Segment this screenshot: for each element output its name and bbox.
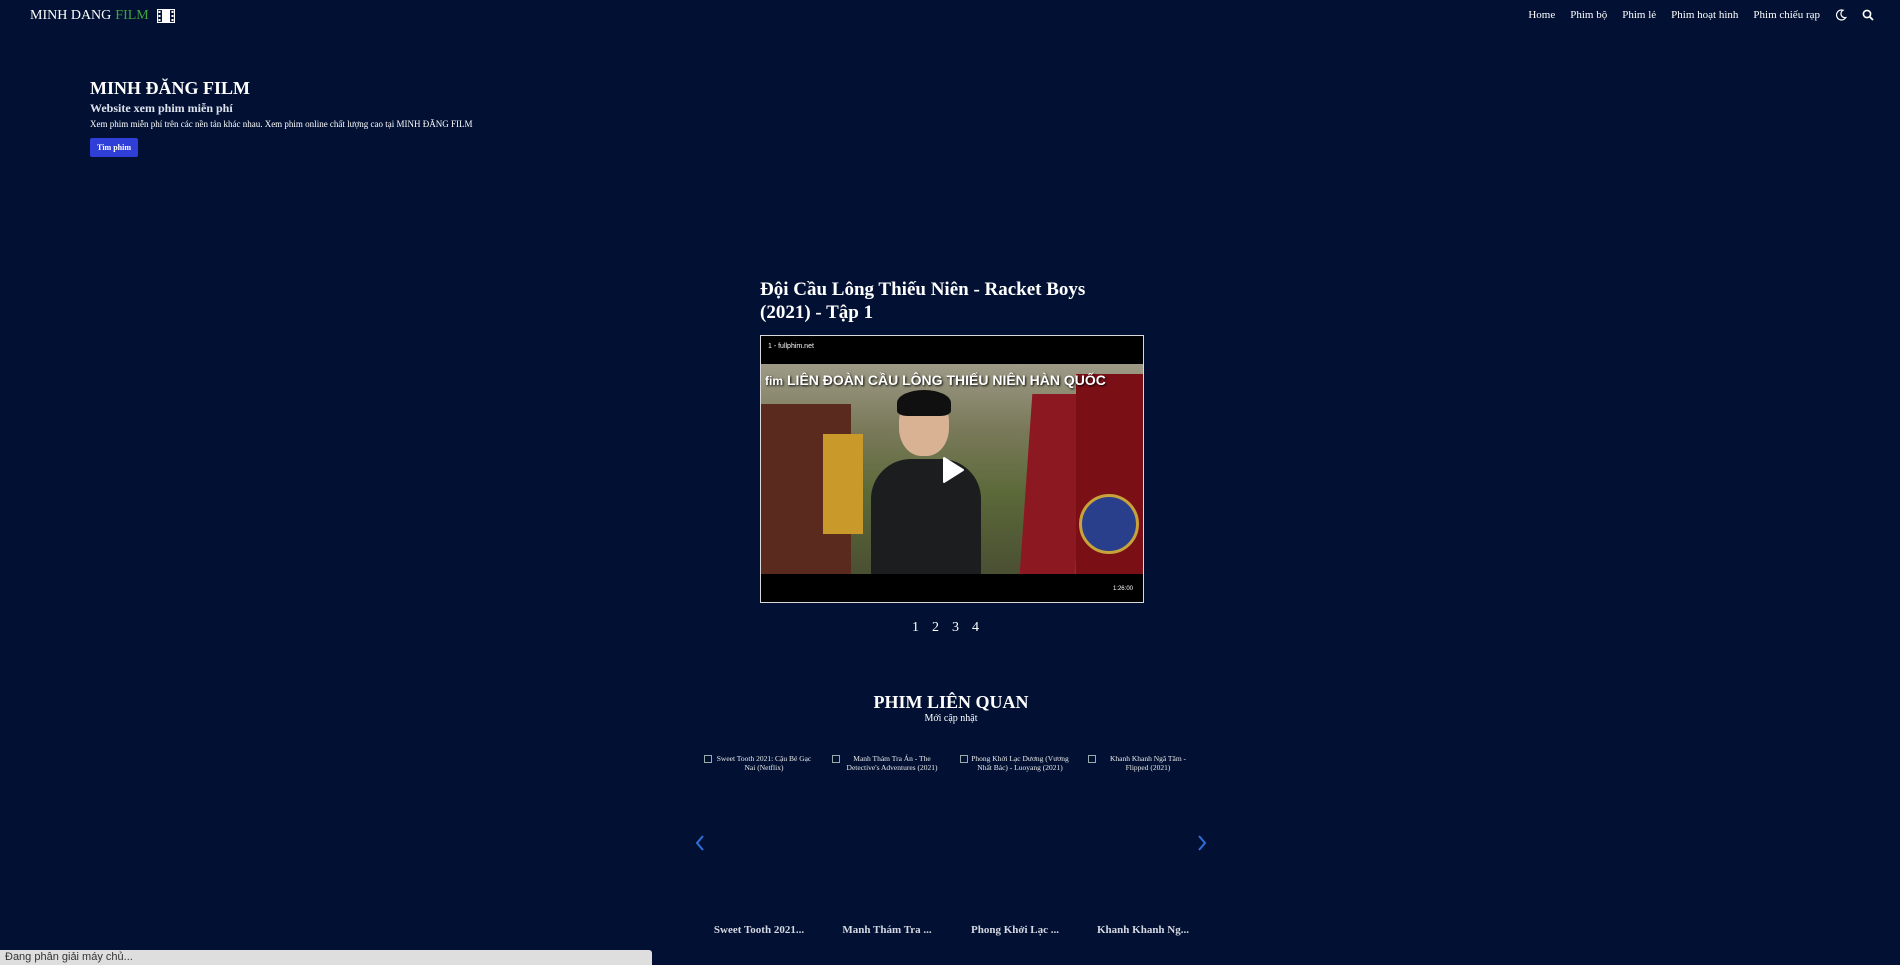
broken-image-icon: [704, 755, 712, 763]
hero-description: Xem phim miễn phí trên các nền tản khác …: [90, 119, 473, 129]
dark-mode-moon-icon[interactable]: [1835, 9, 1847, 21]
related-card[interactable]: Phong Khởi Lạc Dương (Vương Nhất Bác) - …: [956, 754, 1074, 944]
related-section-title: PHIM LIÊN QUAN: [873, 692, 1029, 712]
search-movie-button[interactable]: Tìm phim: [90, 138, 139, 157]
player-controls: 1:26:00: [761, 574, 1143, 602]
related-section-subtitle: Mới cập nhật: [924, 713, 978, 724]
episode-link-4[interactable]: 4: [972, 620, 979, 636]
episode-link-1[interactable]: 1: [912, 620, 919, 636]
video-logo-tag: fim: [765, 374, 783, 388]
card-image-alt: Khanh Khanh Ngã Tâm - Flipped (2021): [1109, 754, 1187, 772]
brand-text-main: MINH DANG: [30, 8, 112, 23]
video-player[interactable]: 1 - fullphim.net fim LIÊN ĐOÀN CẦU LÔNG T…: [760, 335, 1144, 603]
nav-series[interactable]: Phim bộ: [1570, 9, 1607, 21]
player-source-label: 1 - fullphim.net: [761, 336, 1143, 364]
card-image-alt: Manh Thám Tra Án - The Detective's Adven…: [846, 754, 938, 772]
play-icon[interactable]: [941, 456, 965, 484]
episode-pagination: 1 2 3 4: [912, 620, 979, 636]
card-title[interactable]: Phong Khởi Lạc ...: [956, 924, 1074, 936]
episode-title: Đội Cầu Lông Thiếu Niên - Racket Boys (2…: [760, 279, 1086, 323]
brand-text-accent: FILM: [115, 8, 149, 23]
card-image-alt: Phong Khởi Lạc Dương (Vương Nhất Bác) - …: [971, 754, 1069, 772]
video-duration: 1:26:00: [1112, 586, 1133, 592]
video-thumbnail[interactable]: fim LIÊN ĐOÀN CẦU LÔNG THIẾU NIÊN HÀN QUỐ…: [761, 364, 1143, 575]
card-image-alt: Sweet Tooth 2021: Cậu Bé Gạc Nai (Netfli…: [716, 754, 812, 772]
nav-animation[interactable]: Phim hoạt hình: [1671, 9, 1738, 21]
navbar: MINH DANG FILM Home Phim bộ Phim lẻ Phim…: [0, 0, 1900, 33]
hero-title: MINH ĐĂNG FILM: [90, 78, 250, 98]
related-carousel: Sweet Tooth 2021: Cậu Bé Gạc Nai (Netfli…: [700, 754, 1200, 944]
broken-image-icon: [960, 755, 968, 763]
broken-image-icon: [1088, 755, 1096, 763]
nav-cinema[interactable]: Phim chiếu rạp: [1753, 9, 1820, 21]
card-title[interactable]: Sweet Tooth 2021...: [700, 924, 818, 936]
film-icon: [156, 9, 175, 23]
nav-links: Home Phim bộ Phim lẻ Phim hoạt hình Phim…: [1528, 9, 1874, 21]
episode-link-2[interactable]: 2: [932, 620, 939, 636]
nav-movies[interactable]: Phim lẻ: [1622, 9, 1656, 21]
episode-link-3[interactable]: 3: [952, 620, 959, 636]
related-card[interactable]: Manh Thám Tra Án - The Detective's Adven…: [828, 754, 946, 944]
related-card[interactable]: Khanh Khanh Ngã Tâm - Flipped (2021) Kha…: [1084, 754, 1202, 944]
browser-status-bar: Đang phân giải máy chủ...: [0, 950, 652, 965]
brand-logo[interactable]: MINH DANG FILM: [30, 8, 175, 24]
card-title[interactable]: Manh Thám Tra ...: [828, 924, 946, 936]
card-title[interactable]: Khanh Khanh Ng...: [1084, 924, 1202, 936]
video-overlay-text: LIÊN ĐOÀN CẦU LÔNG THIẾU NIÊN HÀN QUỐC: [787, 372, 1106, 388]
hero-subtitle: Website xem phim miễn phí: [90, 101, 233, 115]
search-icon[interactable]: [1862, 9, 1874, 21]
nav-home[interactable]: Home: [1528, 9, 1555, 21]
related-card[interactable]: Sweet Tooth 2021: Cậu Bé Gạc Nai (Netfli…: [700, 754, 818, 944]
video-overlay-caption: fim LIÊN ĐOÀN CẦU LÔNG THIẾU NIÊN HÀN QUỐ…: [761, 372, 1143, 388]
hero-section: MINH ĐĂNG FILM Website xem phim miễn phí…: [90, 77, 473, 157]
broken-image-icon: [832, 755, 840, 763]
